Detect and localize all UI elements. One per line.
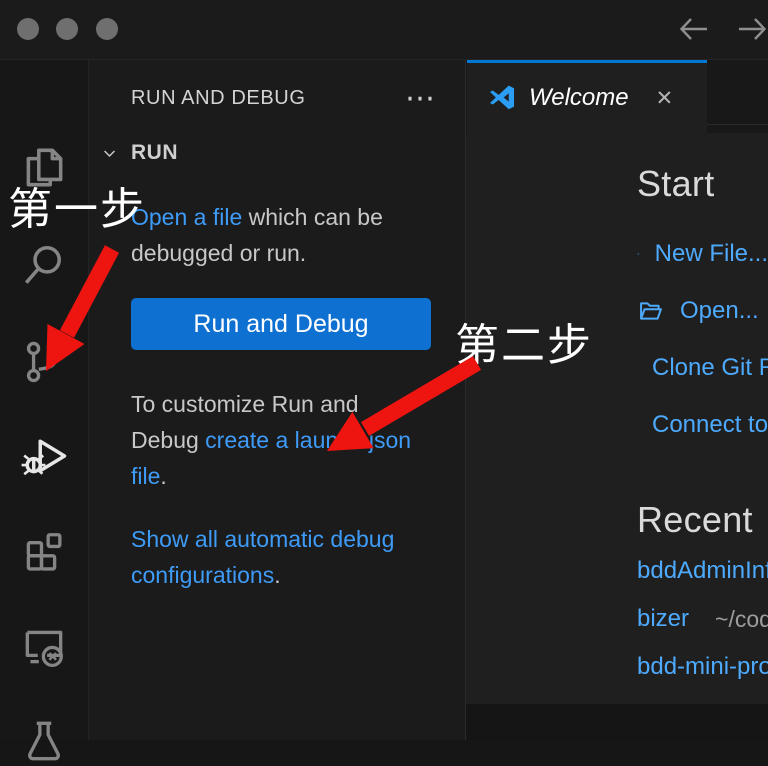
remote-explorer-icon[interactable] bbox=[19, 621, 69, 671]
start-item-open[interactable]: Open... bbox=[637, 282, 768, 339]
start-item-clone[interactable]: Clone Git Repository... bbox=[637, 339, 768, 396]
traffic-light-zoom-icon[interactable] bbox=[96, 18, 118, 40]
start-item-label: New File... bbox=[655, 240, 768, 268]
testing-icon[interactable] bbox=[19, 716, 69, 766]
customize-hint: To customize Run and Debug create a laun… bbox=[131, 386, 413, 494]
recent-item-name: bizer bbox=[637, 605, 689, 633]
step2-annotation: 第二步 bbox=[455, 323, 593, 369]
more-actions-icon[interactable]: ⋯ bbox=[405, 91, 435, 107]
run-and-debug-icon[interactable] bbox=[19, 430, 69, 480]
recent-item[interactable]: bddAdminInfo bbox=[637, 547, 768, 595]
start-item-label: Clone Git Repository... bbox=[652, 354, 768, 382]
start-list: New File... Open... Clone Git Repository… bbox=[637, 225, 768, 453]
tab-welcome[interactable]: Welcome ✕ bbox=[467, 60, 707, 133]
source-control-icon[interactable] bbox=[19, 337, 69, 387]
recent-item-path: ~/code bbox=[715, 606, 768, 633]
recent-heading: Recent bbox=[637, 499, 768, 541]
open-folder-icon bbox=[637, 297, 665, 325]
start-item-new-file[interactable]: New File... bbox=[637, 225, 768, 282]
start-item-label: Connect to... bbox=[652, 411, 768, 439]
title-bar bbox=[0, 0, 768, 60]
tab-close-icon[interactable]: ✕ bbox=[656, 86, 674, 111]
show-all-hint: Show all automatic debug configurations. bbox=[131, 521, 413, 593]
back-icon[interactable] bbox=[676, 13, 712, 45]
run-and-debug-panel: RUN AND DEBUG ⋯ RUN Open a file which ca… bbox=[88, 60, 466, 740]
activity-bar bbox=[0, 60, 88, 740]
start-item-connect[interactable]: Connect to... bbox=[637, 396, 768, 453]
recent-item-name: bdd-mini-program bbox=[637, 653, 768, 681]
recent-item-name: bddAdminInfo bbox=[637, 557, 768, 585]
run-section-label: RUN bbox=[131, 141, 178, 165]
tab-bar: Welcome ✕ bbox=[466, 60, 768, 133]
new-file-icon bbox=[637, 240, 640, 268]
forward-icon[interactable] bbox=[734, 13, 768, 45]
editor-group: Welcome ✕ Start New File... Open... bbox=[466, 60, 768, 740]
customize-hint-suffix: . bbox=[160, 463, 166, 489]
show-all-hint-suffix: . bbox=[274, 562, 280, 588]
start-heading: Start bbox=[637, 163, 768, 205]
open-file-hint: Open a file which can be debugged or run… bbox=[131, 199, 413, 271]
open-a-file-link[interactable]: Open a file bbox=[131, 204, 242, 230]
tab-bar-filler bbox=[707, 60, 768, 125]
traffic-light-close-icon[interactable] bbox=[17, 18, 39, 40]
run-and-debug-button[interactable]: Run and Debug bbox=[131, 298, 431, 350]
search-icon[interactable] bbox=[19, 240, 69, 290]
traffic-light-minimize-icon[interactable] bbox=[56, 18, 78, 40]
run-section-header[interactable]: RUN bbox=[101, 141, 465, 165]
extensions-icon[interactable] bbox=[19, 526, 69, 576]
welcome-page: Start New File... Open... C bbox=[466, 133, 768, 740]
chevron-down-icon bbox=[101, 145, 118, 162]
tab-label: Welcome bbox=[529, 84, 629, 112]
editor-bottom-edge bbox=[466, 704, 768, 740]
panel-title: RUN AND DEBUG bbox=[131, 87, 306, 110]
recent-item[interactable]: bizer ~/code bbox=[637, 595, 768, 643]
step1-annotation: 第一步 bbox=[8, 187, 146, 233]
start-item-label: Open... bbox=[680, 297, 759, 325]
show-all-configs-link[interactable]: Show all automatic debug configurations bbox=[131, 526, 394, 588]
recent-item[interactable]: bdd-mini-program bbox=[637, 643, 768, 691]
vscode-logo-icon bbox=[488, 84, 516, 112]
